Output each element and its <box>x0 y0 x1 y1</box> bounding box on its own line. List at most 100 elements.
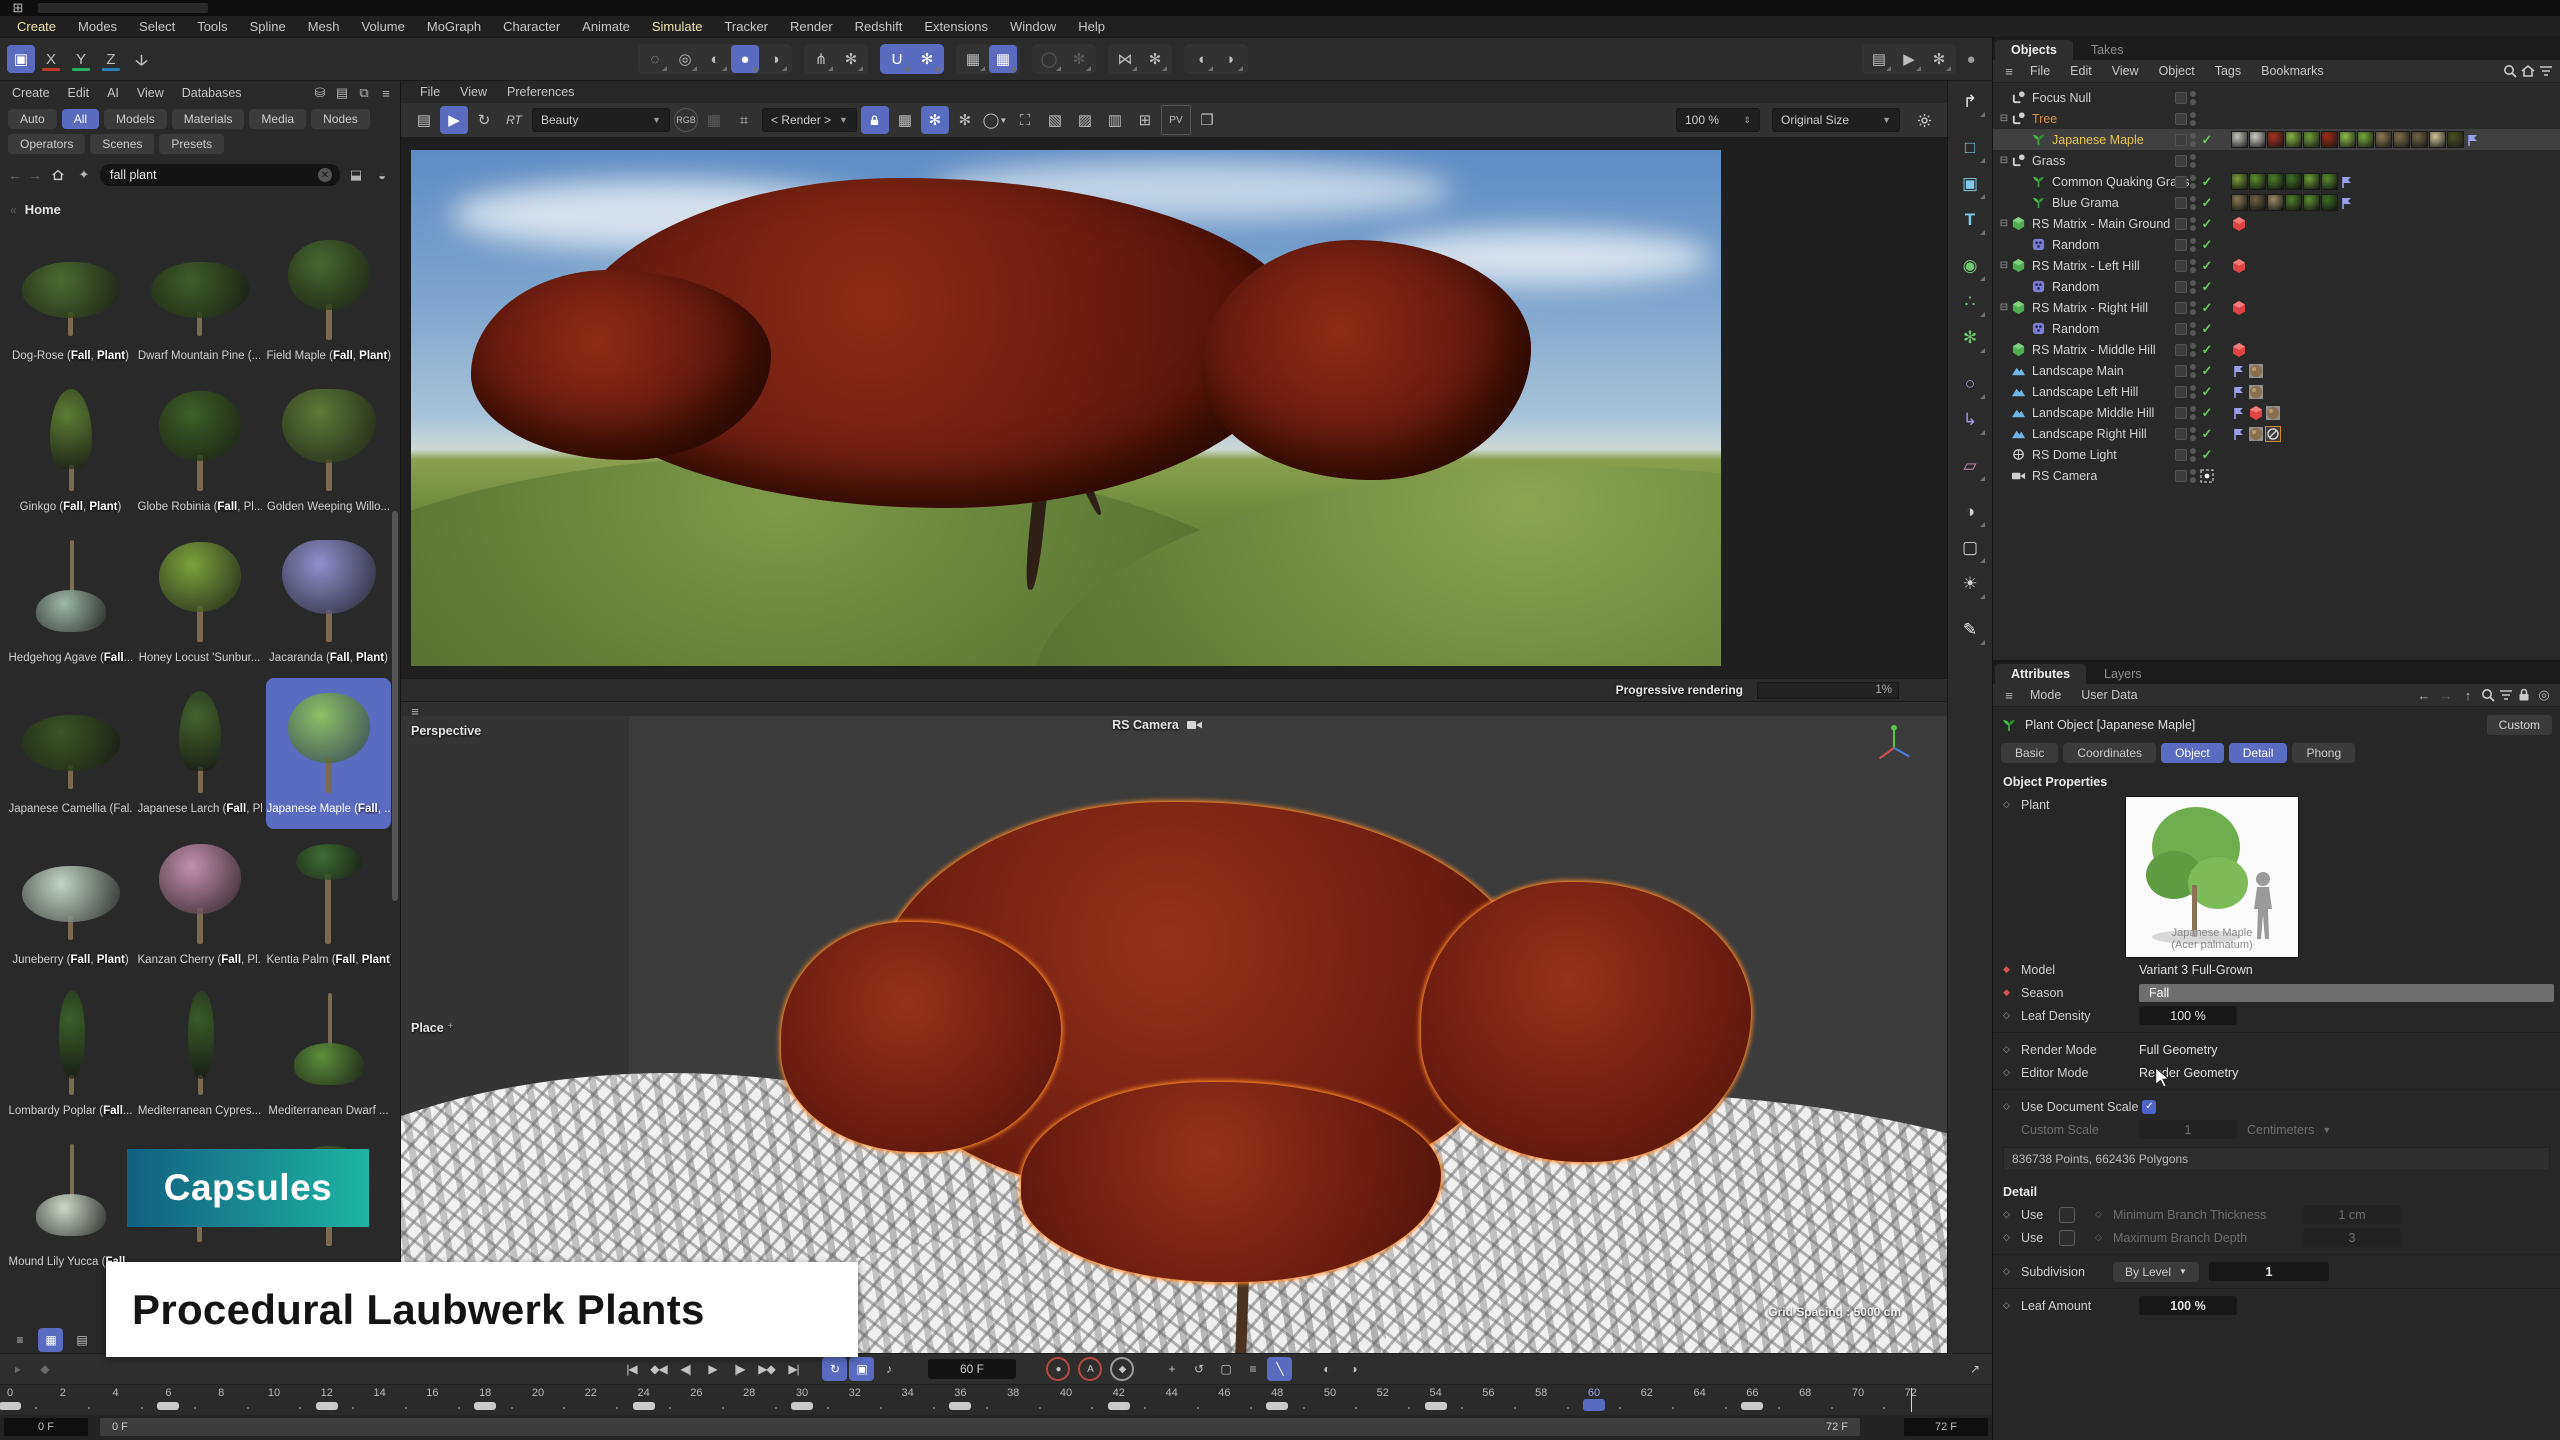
layer-box[interactable] <box>2175 323 2187 335</box>
spline-tool-icon[interactable]: □ <box>1953 131 1987 165</box>
object-row-landscape-left-hill-14[interactable]: Landscape Left Hill✓ <box>1993 381 2560 402</box>
flag-tag-icon[interactable] <box>2465 132 2481 148</box>
range-end-field[interactable]: 72 F <box>1904 1418 1988 1436</box>
keyframe-marker[interactable] <box>1741 1402 1763 1410</box>
menu-redshift[interactable]: Redshift <box>844 17 914 36</box>
object-row-rs-camera-18[interactable]: RS Camera <box>1993 465 2560 486</box>
enabled-check-icon[interactable]: ✓ <box>2199 384 2215 400</box>
fullscreen-icon[interactable]: ⛶ <box>1011 106 1039 134</box>
stripes-icon[interactable]: ▨ <box>1071 106 1099 134</box>
pen-tool-icon[interactable]: ✎ <box>1953 613 1987 647</box>
section-tab-phong[interactable]: Phong <box>2292 743 2355 763</box>
rsmat-tag-icon[interactable] <box>2231 216 2247 232</box>
flag-tag-icon[interactable] <box>2339 174 2355 190</box>
visibility-dots[interactable] <box>2190 448 2196 462</box>
season-dropdown[interactable]: Fall <box>2139 984 2554 1002</box>
archive-icon[interactable]: ⬓ <box>346 166 366 184</box>
expand-toggle-icon[interactable]: ⊟ <box>1997 218 2011 229</box>
search-options-icon[interactable]: ◒ <box>372 166 392 184</box>
custom-scale-unit-dropdown[interactable]: Centimeters <box>2247 1123 2314 1137</box>
key-dot-icon[interactable]: ◇ <box>2003 1266 2021 1277</box>
asset-item-lombardy-poplar-fall[interactable]: Lombardy Poplar (Fall... <box>8 980 133 1131</box>
mat-tag-icon[interactable] <box>2248 363 2264 379</box>
keyframe-marker[interactable] <box>316 1402 338 1410</box>
enabled-check-icon[interactable]: ✓ <box>2199 174 2215 190</box>
key-dot-icon[interactable]: ◇ <box>2003 799 2021 810</box>
tab-attributes[interactable]: Attributes <box>1995 664 2086 684</box>
asset-item-kentia-palm-fall-plant[interactable]: Kentia Palm (Fall, Plant) <box>266 829 391 980</box>
axis-icon[interactable] <box>127 45 155 73</box>
mat-tag-icon[interactable] <box>2265 405 2281 421</box>
material-swatch[interactable] <box>2249 131 2266 148</box>
asset-item-mound-lily-yucca-fall[interactable]: Mound Lily Yucca (Fall... <box>8 1131 133 1282</box>
visibility-dots[interactable] <box>2190 175 2196 189</box>
layer-box[interactable] <box>2175 281 2187 293</box>
enabled-check-icon[interactable]: ✓ <box>2199 216 2215 232</box>
layer-box[interactable] <box>2175 197 2187 209</box>
anim-solo-button[interactable]: ◐ <box>1314 1357 1339 1381</box>
material-swatch[interactable] <box>2231 194 2248 211</box>
render-view-icon[interactable]: ▤ <box>1865 45 1893 73</box>
save-image-icon[interactable]: ▥ <box>1101 106 1129 134</box>
rotate-settings-icon[interactable]: ✻ <box>1065 45 1093 73</box>
hamburger-icon[interactable]: ≡ <box>1999 686 2019 704</box>
picture-viewer-icon[interactable]: PV <box>1161 105 1191 135</box>
subdivision-field[interactable]: 1 <box>2209 1262 2329 1281</box>
tab-objects[interactable]: Objects <box>1995 40 2073 60</box>
key-dot-icon[interactable]: ◇ <box>2003 1101 2021 1112</box>
snap-settings-icon[interactable]: ✻ <box>913 45 941 73</box>
keyframe-marker[interactable] <box>157 1402 179 1410</box>
object-row-rs-dome-light-17[interactable]: RS Dome Light✓ <box>1993 444 2560 465</box>
filter-all[interactable]: All <box>62 109 99 129</box>
search-icon[interactable] <box>2502 63 2518 79</box>
anim-ghost-button[interactable]: ◑ <box>1341 1357 1366 1381</box>
mat-tag-icon[interactable] <box>2248 384 2264 400</box>
filmstrip-icon[interactable]: ▤ <box>410 106 438 134</box>
enabled-check-icon[interactable]: ✓ <box>2199 258 2215 274</box>
enabled-check-icon[interactable]: ✓ <box>2199 405 2215 421</box>
range-start-field[interactable]: 0 F <box>4 1418 88 1436</box>
keyframe-marker[interactable] <box>474 1402 496 1410</box>
home-icon[interactable] <box>48 166 68 184</box>
cloner-icon[interactable]: ◉ <box>1953 249 1987 283</box>
selection-tool-icon[interactable]: ▣ <box>7 45 35 73</box>
visibility-dots[interactable] <box>2190 238 2196 252</box>
layer-box[interactable] <box>2175 260 2187 272</box>
keyframe-marker[interactable] <box>1425 1402 1447 1410</box>
filter-icon[interactable] <box>2498 687 2514 703</box>
layer-box[interactable] <box>2175 302 2187 314</box>
enabled-check-icon[interactable]: ✓ <box>2199 195 2215 211</box>
clear-search-icon[interactable]: ✕ <box>318 168 332 182</box>
model-value[interactable]: Variant 3 Full-Grown <box>2139 963 2253 977</box>
open-window-icon[interactable]: ⧉ <box>354 84 374 102</box>
rsmat-tag-icon[interactable] <box>2231 258 2247 274</box>
goto-start-button[interactable]: |◀ <box>619 1357 644 1381</box>
databases-icon[interactable]: ⛁ <box>310 84 330 102</box>
visibility-dots[interactable] <box>2190 364 2196 378</box>
rgb-channel-icon[interactable]: RGB <box>674 108 698 132</box>
display-shaded-icon[interactable]: ● <box>731 45 759 73</box>
om-menu-view[interactable]: View <box>2103 63 2148 79</box>
enabled-check-icon[interactable]: ✓ <box>2199 300 2215 316</box>
material-swatch[interactable] <box>2303 173 2320 190</box>
zoom-level-field[interactable]: 100 %⇕ <box>1676 108 1760 132</box>
object-row-landscape-middle-hill-15[interactable]: Landscape Middle Hill✓ <box>1993 402 2560 423</box>
key-parameter-button[interactable]: ≡ <box>1240 1357 1265 1381</box>
keyframe-dot-icon[interactable]: ◆ <box>2003 964 2021 975</box>
asset-item-jacaranda-fall-plant[interactable]: Jacaranda (Fall, Plant) <box>266 527 391 678</box>
material-swatch[interactable] <box>2303 194 2320 211</box>
rsmat-tag-icon[interactable] <box>2248 405 2264 421</box>
layer-box[interactable] <box>2175 218 2187 230</box>
material-swatch[interactable] <box>2267 173 2284 190</box>
field-icon[interactable]: ↳ <box>1953 403 1987 437</box>
asset-item-ginkgo-fall-plant[interactable]: Ginkgo (Fall, Plant) <box>8 376 133 527</box>
max-branch-depth-field[interactable]: 3 <box>2303 1228 2401 1247</box>
snapshot-icon[interactable]: ✻ <box>921 106 949 134</box>
material-swatch[interactable] <box>2447 131 2464 148</box>
plant-preview-thumbnail[interactable]: Japanese Maple(Acer palmatum) <box>2125 796 2299 958</box>
object-row-rs-matrix-middle-hill-12[interactable]: RS Matrix - Middle Hill✓ <box>1993 339 2560 360</box>
section-tab-coordinates[interactable]: Coordinates <box>2063 743 2156 763</box>
layer-box[interactable] <box>2175 92 2187 104</box>
key-pla-button[interactable]: ╲ <box>1267 1357 1292 1381</box>
om-menu-edit[interactable]: Edit <box>2061 63 2101 79</box>
